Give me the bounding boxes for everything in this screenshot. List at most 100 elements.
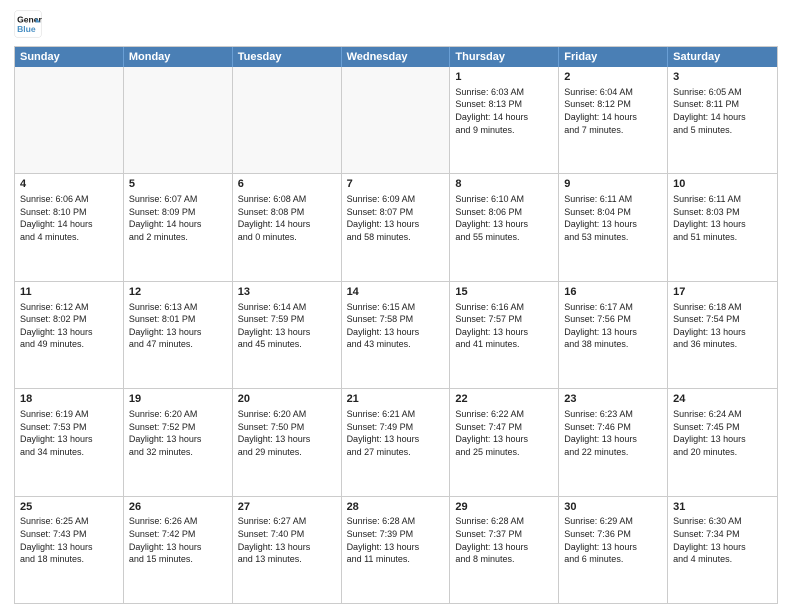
day-number: 29 (455, 500, 553, 515)
day-number: 20 (238, 392, 336, 407)
cell-info: Sunrise: 6:30 AM Sunset: 7:34 PM Dayligh… (673, 515, 772, 565)
cal-cell-day-5: 5Sunrise: 6:07 AM Sunset: 8:09 PM Daylig… (124, 174, 233, 280)
day-number: 2 (564, 70, 662, 85)
cell-info: Sunrise: 6:26 AM Sunset: 7:42 PM Dayligh… (129, 515, 227, 565)
cell-info: Sunrise: 6:24 AM Sunset: 7:45 PM Dayligh… (673, 408, 772, 458)
cell-info: Sunrise: 6:12 AM Sunset: 8:02 PM Dayligh… (20, 301, 118, 351)
cal-cell-day-17: 17Sunrise: 6:18 AM Sunset: 7:54 PM Dayli… (668, 282, 777, 388)
cal-cell-day-31: 31Sunrise: 6:30 AM Sunset: 7:34 PM Dayli… (668, 497, 777, 603)
cell-info: Sunrise: 6:11 AM Sunset: 8:03 PM Dayligh… (673, 193, 772, 243)
cell-info: Sunrise: 6:11 AM Sunset: 8:04 PM Dayligh… (564, 193, 662, 243)
cell-info: Sunrise: 6:10 AM Sunset: 8:06 PM Dayligh… (455, 193, 553, 243)
cal-cell-day-16: 16Sunrise: 6:17 AM Sunset: 7:56 PM Dayli… (559, 282, 668, 388)
cell-info: Sunrise: 6:08 AM Sunset: 8:08 PM Dayligh… (238, 193, 336, 243)
cal-cell-day-20: 20Sunrise: 6:20 AM Sunset: 7:50 PM Dayli… (233, 389, 342, 495)
cell-info: Sunrise: 6:04 AM Sunset: 8:12 PM Dayligh… (564, 86, 662, 136)
day-number: 4 (20, 177, 118, 192)
logo: General Blue (14, 10, 46, 38)
cal-cell-day-30: 30Sunrise: 6:29 AM Sunset: 7:36 PM Dayli… (559, 497, 668, 603)
cal-header-wednesday: Wednesday (342, 47, 451, 67)
cell-info: Sunrise: 6:16 AM Sunset: 7:57 PM Dayligh… (455, 301, 553, 351)
cal-cell-empty (233, 67, 342, 173)
cal-cell-day-26: 26Sunrise: 6:26 AM Sunset: 7:42 PM Dayli… (124, 497, 233, 603)
cal-header-thursday: Thursday (450, 47, 559, 67)
cell-info: Sunrise: 6:17 AM Sunset: 7:56 PM Dayligh… (564, 301, 662, 351)
cell-info: Sunrise: 6:20 AM Sunset: 7:50 PM Dayligh… (238, 408, 336, 458)
day-number: 24 (673, 392, 772, 407)
cal-cell-day-2: 2Sunrise: 6:04 AM Sunset: 8:12 PM Daylig… (559, 67, 668, 173)
cal-cell-day-21: 21Sunrise: 6:21 AM Sunset: 7:49 PM Dayli… (342, 389, 451, 495)
cal-cell-day-7: 7Sunrise: 6:09 AM Sunset: 8:07 PM Daylig… (342, 174, 451, 280)
day-number: 18 (20, 392, 118, 407)
cell-info: Sunrise: 6:13 AM Sunset: 8:01 PM Dayligh… (129, 301, 227, 351)
day-number: 3 (673, 70, 772, 85)
cell-info: Sunrise: 6:25 AM Sunset: 7:43 PM Dayligh… (20, 515, 118, 565)
cell-info: Sunrise: 6:15 AM Sunset: 7:58 PM Dayligh… (347, 301, 445, 351)
day-number: 17 (673, 285, 772, 300)
day-number: 13 (238, 285, 336, 300)
cal-week-3: 11Sunrise: 6:12 AM Sunset: 8:02 PM Dayli… (15, 281, 777, 388)
cal-week-2: 4Sunrise: 6:06 AM Sunset: 8:10 PM Daylig… (15, 173, 777, 280)
cal-cell-day-12: 12Sunrise: 6:13 AM Sunset: 8:01 PM Dayli… (124, 282, 233, 388)
cal-cell-day-1: 1Sunrise: 6:03 AM Sunset: 8:13 PM Daylig… (450, 67, 559, 173)
cal-header-tuesday: Tuesday (233, 47, 342, 67)
svg-text:General: General (17, 14, 42, 24)
day-number: 26 (129, 500, 227, 515)
calendar-body: 1Sunrise: 6:03 AM Sunset: 8:13 PM Daylig… (15, 67, 777, 603)
day-number: 25 (20, 500, 118, 515)
cal-cell-day-27: 27Sunrise: 6:27 AM Sunset: 7:40 PM Dayli… (233, 497, 342, 603)
day-number: 11 (20, 285, 118, 300)
cell-info: Sunrise: 6:22 AM Sunset: 7:47 PM Dayligh… (455, 408, 553, 458)
cell-info: Sunrise: 6:20 AM Sunset: 7:52 PM Dayligh… (129, 408, 227, 458)
cal-cell-day-29: 29Sunrise: 6:28 AM Sunset: 7:37 PM Dayli… (450, 497, 559, 603)
cell-info: Sunrise: 6:18 AM Sunset: 7:54 PM Dayligh… (673, 301, 772, 351)
header: General Blue (14, 10, 778, 38)
calendar-header-row: SundayMondayTuesdayWednesdayThursdayFrid… (15, 47, 777, 67)
cal-cell-day-4: 4Sunrise: 6:06 AM Sunset: 8:10 PM Daylig… (15, 174, 124, 280)
cal-cell-day-11: 11Sunrise: 6:12 AM Sunset: 8:02 PM Dayli… (15, 282, 124, 388)
day-number: 21 (347, 392, 445, 407)
day-number: 15 (455, 285, 553, 300)
cell-info: Sunrise: 6:28 AM Sunset: 7:39 PM Dayligh… (347, 515, 445, 565)
cal-week-5: 25Sunrise: 6:25 AM Sunset: 7:43 PM Dayli… (15, 496, 777, 603)
day-number: 27 (238, 500, 336, 515)
cal-cell-day-9: 9Sunrise: 6:11 AM Sunset: 8:04 PM Daylig… (559, 174, 668, 280)
day-number: 30 (564, 500, 662, 515)
cell-info: Sunrise: 6:27 AM Sunset: 7:40 PM Dayligh… (238, 515, 336, 565)
cal-header-friday: Friday (559, 47, 668, 67)
cal-header-sunday: Sunday (15, 47, 124, 67)
day-number: 6 (238, 177, 336, 192)
cell-info: Sunrise: 6:03 AM Sunset: 8:13 PM Dayligh… (455, 86, 553, 136)
cal-cell-empty (15, 67, 124, 173)
day-number: 31 (673, 500, 772, 515)
cal-cell-day-3: 3Sunrise: 6:05 AM Sunset: 8:11 PM Daylig… (668, 67, 777, 173)
day-number: 5 (129, 177, 227, 192)
cal-week-1: 1Sunrise: 6:03 AM Sunset: 8:13 PM Daylig… (15, 67, 777, 173)
day-number: 23 (564, 392, 662, 407)
cal-cell-day-8: 8Sunrise: 6:10 AM Sunset: 8:06 PM Daylig… (450, 174, 559, 280)
cal-cell-day-13: 13Sunrise: 6:14 AM Sunset: 7:59 PM Dayli… (233, 282, 342, 388)
cell-info: Sunrise: 6:21 AM Sunset: 7:49 PM Dayligh… (347, 408, 445, 458)
day-number: 22 (455, 392, 553, 407)
logo-icon: General Blue (14, 10, 42, 38)
cal-cell-day-25: 25Sunrise: 6:25 AM Sunset: 7:43 PM Dayli… (15, 497, 124, 603)
cal-cell-day-19: 19Sunrise: 6:20 AM Sunset: 7:52 PM Dayli… (124, 389, 233, 495)
day-number: 12 (129, 285, 227, 300)
day-number: 19 (129, 392, 227, 407)
cal-week-4: 18Sunrise: 6:19 AM Sunset: 7:53 PM Dayli… (15, 388, 777, 495)
cell-info: Sunrise: 6:23 AM Sunset: 7:46 PM Dayligh… (564, 408, 662, 458)
cell-info: Sunrise: 6:19 AM Sunset: 7:53 PM Dayligh… (20, 408, 118, 458)
day-number: 7 (347, 177, 445, 192)
cal-header-monday: Monday (124, 47, 233, 67)
day-number: 9 (564, 177, 662, 192)
cell-info: Sunrise: 6:07 AM Sunset: 8:09 PM Dayligh… (129, 193, 227, 243)
cell-info: Sunrise: 6:09 AM Sunset: 8:07 PM Dayligh… (347, 193, 445, 243)
page: General Blue SundayMondayTuesdayWednesda… (0, 0, 792, 612)
cal-cell-day-22: 22Sunrise: 6:22 AM Sunset: 7:47 PM Dayli… (450, 389, 559, 495)
day-number: 8 (455, 177, 553, 192)
day-number: 28 (347, 500, 445, 515)
cal-cell-day-6: 6Sunrise: 6:08 AM Sunset: 8:08 PM Daylig… (233, 174, 342, 280)
svg-text:Blue: Blue (17, 24, 36, 34)
day-number: 16 (564, 285, 662, 300)
cal-cell-day-18: 18Sunrise: 6:19 AM Sunset: 7:53 PM Dayli… (15, 389, 124, 495)
